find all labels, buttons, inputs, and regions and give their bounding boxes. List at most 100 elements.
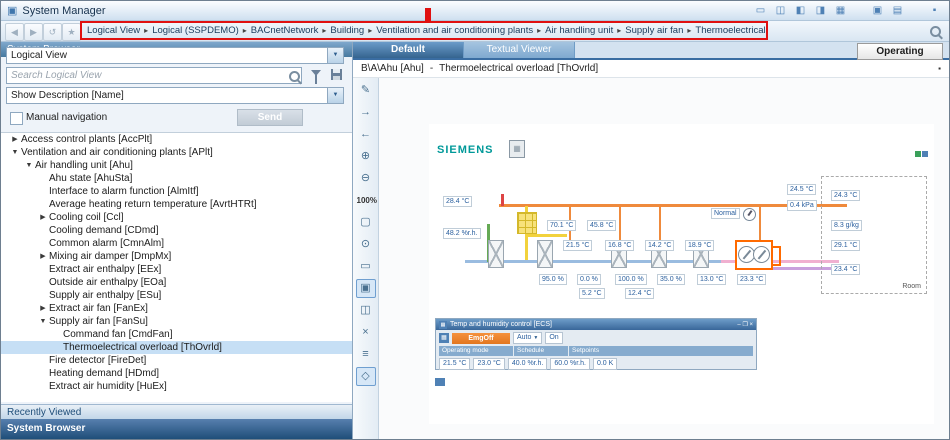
tree-item[interactable]: ▶Cooling coil [Ccl] <box>1 211 352 224</box>
layers-icon[interactable]: ≡ <box>356 345 376 364</box>
value-chip: 28.4 °C <box>443 196 472 207</box>
manual-navigation-checkbox[interactable] <box>10 112 23 125</box>
tree-toggle-icon[interactable]: ▶ <box>9 133 21 146</box>
heat-recovery-symbol[interactable] <box>517 212 537 234</box>
search-field-magnifier-icon[interactable] <box>289 71 300 82</box>
crop-select-icon[interactable]: ▣ <box>356 279 376 298</box>
pressure-gauge-icon[interactable] <box>743 208 756 221</box>
breadcrumb-item[interactable]: BACnetNetwork <box>251 25 319 36</box>
object-path-secondary: Thermoelectrical overload [ThOvrld] <box>439 63 598 74</box>
schedule-value[interactable]: On <box>545 332 562 344</box>
breadcrumb-item[interactable]: Thermoelectrical overload <box>695 25 768 36</box>
zoom-in-icon[interactable]: ⊕ <box>356 147 376 166</box>
search-icon[interactable] <box>930 26 941 37</box>
layout-left-pane-icon[interactable]: ◧ <box>792 3 809 19</box>
breadcrumb-item[interactable]: Building <box>330 25 364 36</box>
tree-toggle-icon[interactable]: ▶ <box>37 302 49 315</box>
filter-symbol[interactable] <box>537 240 553 268</box>
pin-layout-icon[interactable]: ▪ <box>926 3 943 19</box>
manage-views-icon[interactable]: ▤ <box>889 3 906 19</box>
selected-fan-highlight[interactable] <box>735 240 773 270</box>
tree-item[interactable]: Supply air enthalpy [ESu] <box>1 289 352 302</box>
tree-item[interactable]: ▶Extract air fan [FanEx] <box>1 302 352 315</box>
tree-item[interactable]: Thermoelectrical overload [ThOvrld] <box>1 341 352 354</box>
breadcrumb-item[interactable]: Supply air fan <box>625 25 683 36</box>
layout-two-pane-icon[interactable]: ◫ <box>772 3 789 19</box>
tree-item[interactable]: Ahu state [AhuSta] <box>1 172 352 185</box>
tree-toggle-icon[interactable]: ▼ <box>23 159 35 172</box>
tree-item[interactable]: Command fan [CmdFan] <box>1 328 352 341</box>
value-chip: 5.2 °C <box>579 288 605 299</box>
breadcrumb: Logical View▸Logical (SSPDEMO)▸BACnetNet… <box>82 25 768 36</box>
forward-button[interactable]: ▶ <box>24 23 43 41</box>
tree-item[interactable]: ▶Access control plants [AccPlt] <box>1 133 352 146</box>
back-button[interactable]: ◀ <box>5 23 24 41</box>
tree-item[interactable]: Extract air enthalpy [EEx] <box>1 263 352 276</box>
view-select[interactable]: Logical View ▼ <box>6 47 344 64</box>
layout-grid-icon[interactable]: ▦ <box>832 3 849 19</box>
magnifier-icon[interactable]: ⊙ <box>356 235 376 254</box>
split-view-icon[interactable]: ◫ <box>356 301 376 320</box>
tree-item[interactable]: ▼Air handling unit [Ahu] <box>1 159 352 172</box>
system-browser-footer-bar[interactable]: System Browser <box>1 419 352 439</box>
zoom-out-icon[interactable]: ⊖ <box>356 169 376 188</box>
close-tool-icon[interactable]: × <box>356 323 376 342</box>
forward-tool-icon[interactable]: → <box>356 103 376 122</box>
setpoint-value[interactable]: 21.5 °C <box>439 358 470 370</box>
edit-tool-icon[interactable]: ✎ <box>356 81 376 100</box>
restore-layout-icon[interactable]: ▣ <box>869 3 886 19</box>
fit-view-icon[interactable]: ▢ <box>356 213 376 232</box>
tab-default[interactable]: Default <box>353 42 464 58</box>
tree-toggle-icon[interactable]: ▶ <box>37 250 49 263</box>
operating-mode-select[interactable]: Auto ▼ <box>513 332 542 344</box>
search-input[interactable] <box>6 67 302 84</box>
tree-item[interactable]: Average heating return temperature [Avrt… <box>1 198 352 211</box>
intake-damper-symbol[interactable] <box>488 240 504 268</box>
description-select[interactable]: Show Description [Name] ▼ <box>6 87 344 104</box>
chevron-down-icon[interactable]: ▼ <box>327 88 343 103</box>
status-badge[interactable]: EmgOff <box>452 333 510 344</box>
related-items-icon[interactable]: ▪ <box>938 64 941 73</box>
rect-select-icon[interactable]: ▭ <box>356 257 376 276</box>
back-tool-icon[interactable]: ← <box>356 125 376 144</box>
tree-item-label: Cooling demand [CDmd] <box>49 224 159 237</box>
tree-item[interactable]: ▼Supply air fan [FanSu] <box>1 315 352 328</box>
tree-toggle-icon[interactable]: ▼ <box>9 146 21 159</box>
breadcrumb-item[interactable]: Logical (SSPDEMO) <box>152 25 239 36</box>
layout-right-pane-icon[interactable]: ◨ <box>812 3 829 19</box>
layout-single-icon[interactable]: ▭ <box>752 3 769 19</box>
tree-toggle-icon[interactable]: ▶ <box>37 211 49 224</box>
breadcrumb-item[interactable]: Air handling unit <box>545 25 613 36</box>
favorites-button[interactable]: ★ <box>62 23 81 41</box>
tree-item[interactable]: Interface to alarm function [AlmItf] <box>1 185 352 198</box>
pan-tool-icon[interactable]: ◇ <box>356 367 376 386</box>
tree-item[interactable]: Outside air enthalpy [EOa] <box>1 276 352 289</box>
setpoint-value[interactable]: 23.0 °C <box>473 358 504 370</box>
zoom-level[interactable]: 100% <box>356 191 376 210</box>
recently-viewed-bar[interactable]: Recently Viewed <box>1 404 352 419</box>
viewer-toolbar: ✎ → ← ⊕ ⊖ 100% ▢ ⊙ ▭ ▣ ◫ × ≡ ◇ <box>353 78 379 439</box>
save-search-icon[interactable] <box>331 69 342 80</box>
breadcrumb-item[interactable]: Ventilation and air conditioning plants <box>376 25 533 36</box>
chevron-down-icon[interactable]: ▼ <box>327 48 343 63</box>
tree-item-label: Ahu state [AhuSta] <box>49 172 132 185</box>
tree-item[interactable]: Common alarm [CmnAlm] <box>1 237 352 250</box>
tab-textual-viewer[interactable]: Textual Viewer <box>464 42 575 58</box>
filter-icon[interactable] <box>311 70 321 76</box>
history-button[interactable]: ↺ <box>43 23 62 41</box>
setpoint-value[interactable]: 60.0 %r.h. <box>550 358 590 370</box>
tree-toggle-icon[interactable]: ▼ <box>37 315 49 328</box>
breadcrumb-item[interactable]: Logical View <box>87 25 140 36</box>
send-button[interactable]: Send <box>237 109 303 126</box>
tree-item[interactable]: Extract air humidity [HuEx] <box>1 380 352 393</box>
tree-item[interactable]: Heating demand [HDmd] <box>1 367 352 380</box>
tree-item[interactable]: ▼Ventilation and air conditioning plants… <box>1 146 352 159</box>
fan-icon[interactable] <box>753 246 770 263</box>
tree-item[interactable]: Fire detector [FireDet] <box>1 354 352 367</box>
operating-button[interactable]: Operating <box>857 43 943 60</box>
panel-close-icon[interactable]: × <box>749 322 753 328</box>
tree-item[interactable]: Cooling demand [CDmd] <box>1 224 352 237</box>
setpoint-value[interactable]: 0.0 K <box>593 358 617 370</box>
tree-item[interactable]: ▶Mixing air damper [DmpMx] <box>1 250 352 263</box>
setpoint-value[interactable]: 40.0 %r.h. <box>508 358 548 370</box>
